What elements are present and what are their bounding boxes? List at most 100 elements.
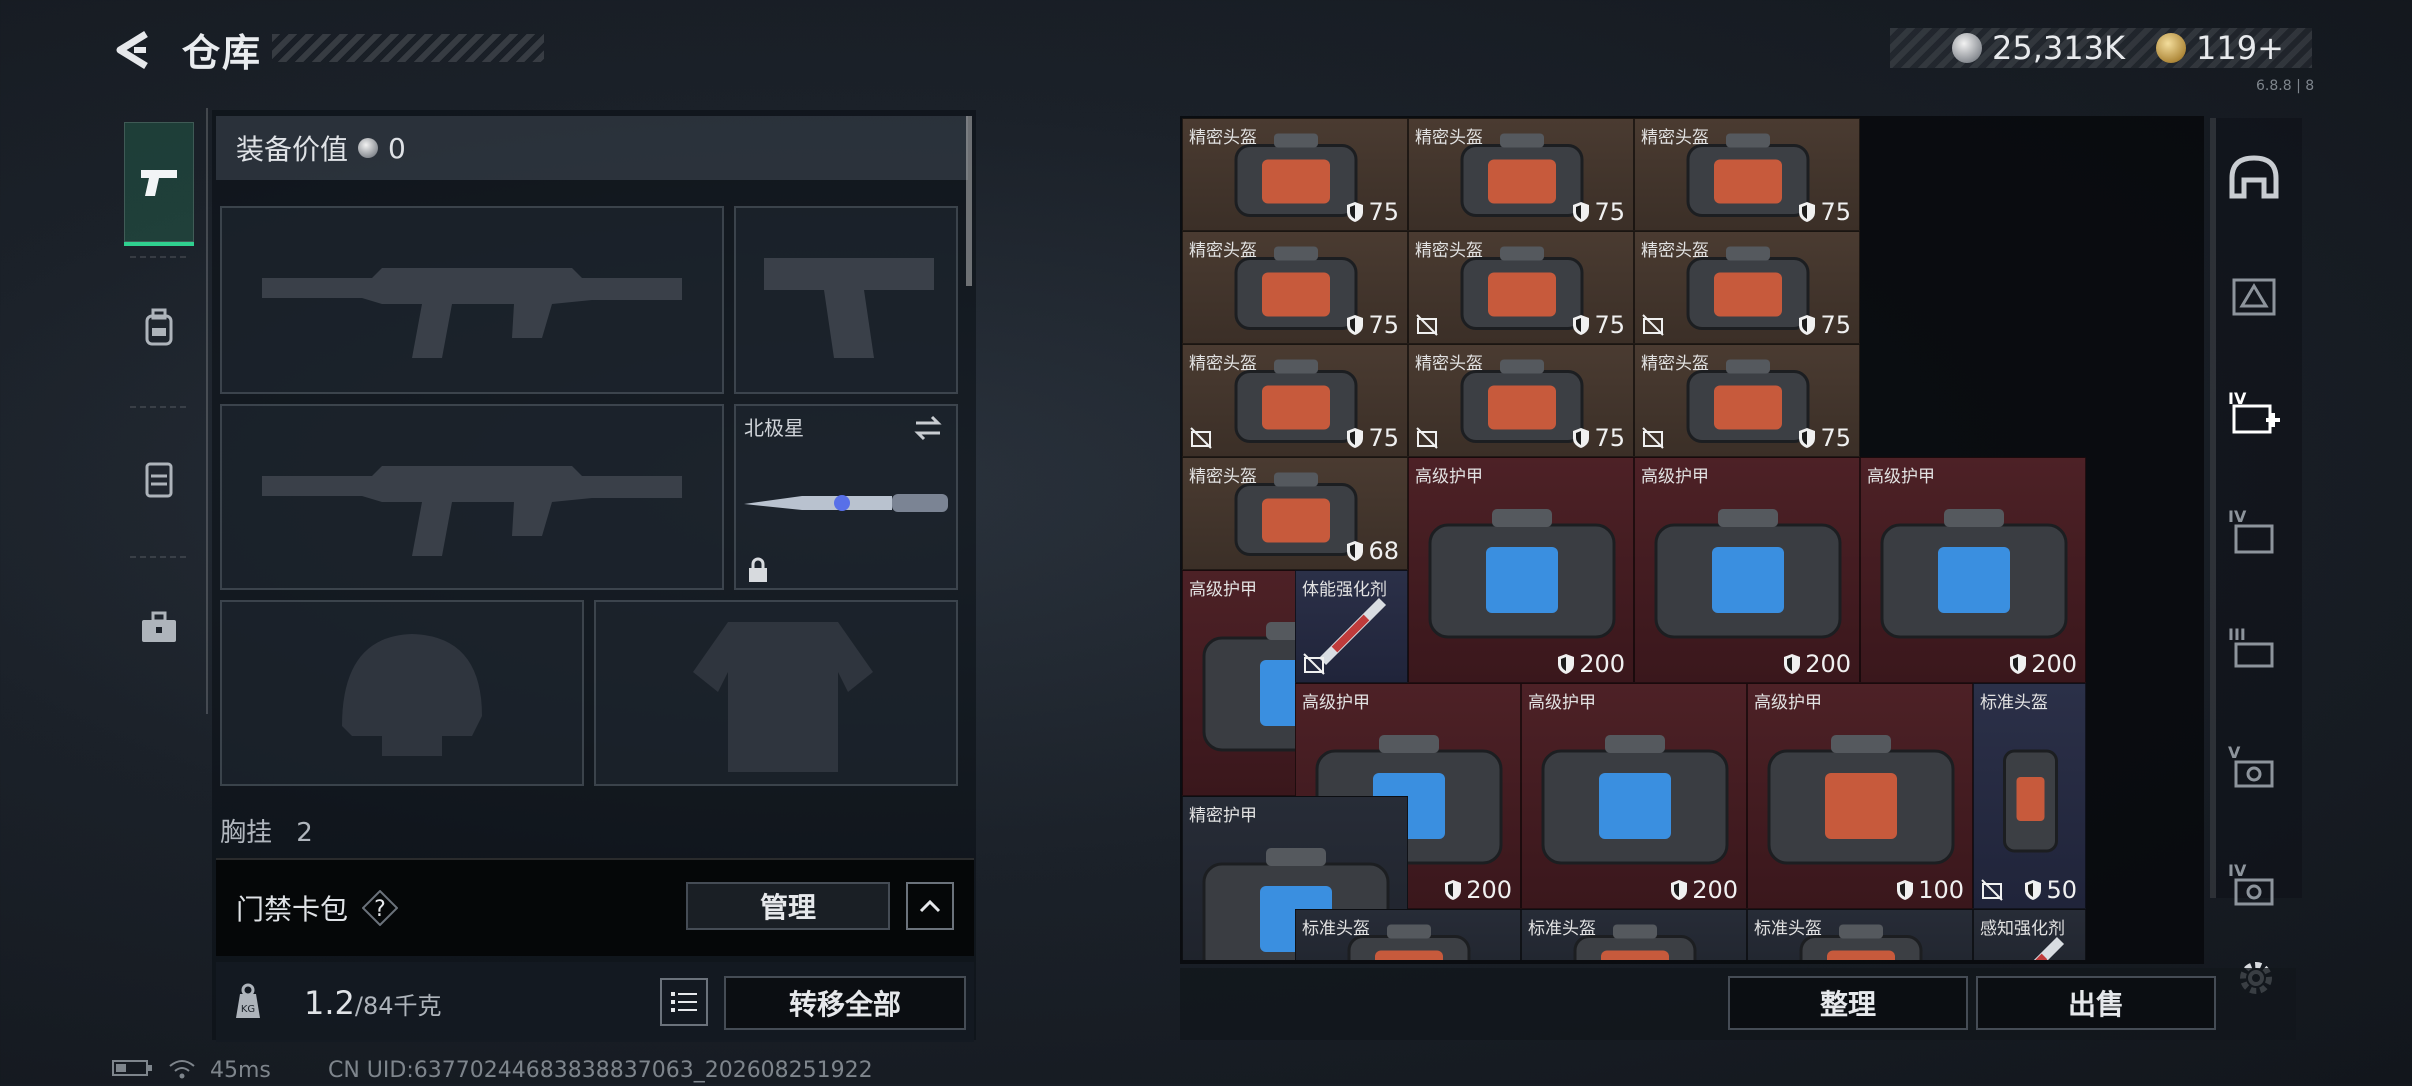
tab-toolbox[interactable] — [124, 568, 194, 688]
inventory-item[interactable]: 高级护甲 100 — [1747, 683, 1973, 909]
inventory-item[interactable]: 精密头盔 75 — [1408, 344, 1634, 457]
help-button[interactable]: ? — [361, 889, 399, 927]
shield-icon — [1347, 315, 1364, 335]
transfer-all-button[interactable]: 转移全部 — [724, 976, 966, 1030]
sidearm-slot[interactable] — [734, 206, 958, 394]
category-tier3-button[interactable]: III — [2226, 622, 2282, 678]
category-helmet-button[interactable] — [2226, 268, 2282, 324]
shield-icon — [1671, 880, 1688, 900]
category-tier5-button[interactable]: V — [2226, 740, 2282, 796]
equipment-scrollbar[interactable] — [966, 116, 972, 286]
rifle-silhouette-icon — [262, 466, 682, 556]
tab-backpack[interactable] — [124, 268, 194, 388]
inventory-item[interactable]: 精密头盔 75 — [1182, 231, 1408, 344]
sell-button[interactable]: 出售 — [1976, 976, 2216, 1030]
category-armor-plus-button[interactable]: IV — [2226, 386, 2282, 442]
weight-readout: 1.2/84千克 — [304, 984, 442, 1022]
primary-weapon-slot-2[interactable] — [220, 404, 724, 590]
gold-currency[interactable]: 119+ — [2156, 28, 2284, 68]
helmet-slot[interactable] — [220, 600, 584, 786]
shield-icon — [2025, 880, 2042, 900]
shield-icon — [1799, 428, 1816, 448]
category-tier4-button[interactable]: IV — [2226, 504, 2282, 560]
category-all-button[interactable] — [2226, 150, 2282, 206]
inventory-item[interactable]: 精密头盔 75 — [1182, 118, 1408, 231]
back-button[interactable] — [112, 28, 156, 72]
inventory-item[interactable]: 标准头盔 — [1295, 909, 1521, 960]
wifi-icon — [168, 1058, 196, 1086]
tab-vest[interactable] — [124, 418, 194, 538]
inventory-item[interactable]: 标准头盔 — [1521, 909, 1747, 960]
durability: 75 — [1346, 424, 1399, 452]
melee-name: 北极星 — [744, 416, 804, 440]
unrepairable-icon — [1416, 314, 1438, 336]
inventory-item[interactable]: 精密头盔 75 — [1408, 231, 1634, 344]
durability: 75 — [1798, 311, 1851, 339]
inventory-item[interactable]: 精密头盔 75 — [1408, 118, 1634, 231]
silver-amount: 25,313K — [1992, 29, 2125, 67]
durability: 75 — [1798, 424, 1851, 452]
shield-icon — [1347, 428, 1364, 448]
durability: 200 — [1557, 650, 1625, 678]
equipment-value-header: 装备价值 0 — [216, 116, 968, 180]
svg-text:V: V — [2228, 743, 2241, 762]
inventory-item[interactable]: 精密头盔 75 — [1182, 344, 1408, 457]
silver-currency[interactable]: 25,313K — [1952, 28, 2125, 68]
sort-button[interactable]: 整理 — [1728, 976, 1968, 1030]
tab-weapons[interactable] — [124, 122, 194, 246]
keycard-pack-label: 门禁卡包 — [236, 893, 349, 926]
durability-value: 75 — [1594, 424, 1625, 452]
unrepairable-icon — [1642, 427, 1664, 449]
inventory-item[interactable]: 高级护甲 200 — [1860, 457, 2086, 683]
back-arrow-icon — [116, 31, 148, 69]
equipment-category-tabs — [112, 108, 208, 714]
unrepairable-icon — [1981, 879, 2003, 901]
helmet-silhouette-icon — [342, 634, 482, 756]
tier-three-icon: III — [2228, 625, 2274, 668]
equipment-value-label: 装备价值 — [236, 133, 349, 166]
shield-icon — [1558, 654, 1575, 674]
chevron-up-icon — [919, 899, 941, 913]
durability-value: 68 — [1368, 537, 1399, 565]
melee-slot[interactable]: 北极星 — [734, 404, 958, 590]
collapse-button[interactable] — [906, 882, 954, 930]
pistol-silhouette-icon — [764, 258, 934, 358]
chest-rig-text: 胸挂 — [220, 818, 273, 848]
inventory-item[interactable]: 高级护甲 200 — [1408, 457, 1634, 683]
durability-value: 200 — [1805, 650, 1851, 678]
category-tier4b-button[interactable]: IV — [2226, 858, 2282, 914]
durability: 50 — [2024, 876, 2077, 904]
inventory-item[interactable]: 标准头盔 — [1747, 909, 1973, 960]
inventory-item[interactable]: 高级护甲 200 — [1634, 457, 1860, 683]
inventory-item[interactable]: 精密头盔 75 — [1634, 231, 1860, 344]
inventory-item[interactable]: 精密头盔 68 — [1182, 457, 1408, 570]
durability: 200 — [1444, 876, 1512, 904]
unrepairable-icon — [1416, 427, 1438, 449]
inventory-item[interactable]: 体能强化剂 — [1295, 570, 1408, 683]
durability: 75 — [1798, 198, 1851, 226]
pistol-icon — [141, 170, 177, 196]
help-icon: ? — [361, 889, 399, 927]
vault-icon — [2229, 155, 2279, 199]
list-view-button[interactable] — [660, 978, 708, 1026]
chest-rig-label: 胸挂 2 — [220, 812, 313, 849]
durability: 75 — [1572, 198, 1625, 226]
knife-icon — [744, 494, 948, 512]
durability: 75 — [1346, 198, 1399, 226]
svg-text:KG: KG — [241, 1004, 255, 1015]
helmet-bag-icon — [1573, 924, 1697, 960]
durability-value: 200 — [2031, 650, 2077, 678]
inventory-item[interactable]: 精密头盔 75 — [1634, 118, 1860, 231]
primary-weapon-slot-1[interactable] — [220, 206, 724, 394]
body-armor-slot[interactable] — [594, 600, 958, 786]
shield-icon — [1573, 202, 1590, 222]
helmet-bag-icon — [1347, 924, 1471, 960]
manage-button[interactable]: 管理 — [686, 882, 890, 930]
unrepairable-icon — [1190, 427, 1212, 449]
inventory-item[interactable]: 标准头盔 50 — [1973, 683, 2086, 909]
swap-icon[interactable] — [912, 414, 944, 442]
inventory-item[interactable]: 高级护甲 200 — [1521, 683, 1747, 909]
svg-text:IV: IV — [2228, 861, 2247, 880]
inventory-item[interactable]: 感知强化剂 — [1973, 909, 2086, 960]
inventory-item[interactable]: 精密头盔 75 — [1634, 344, 1860, 457]
